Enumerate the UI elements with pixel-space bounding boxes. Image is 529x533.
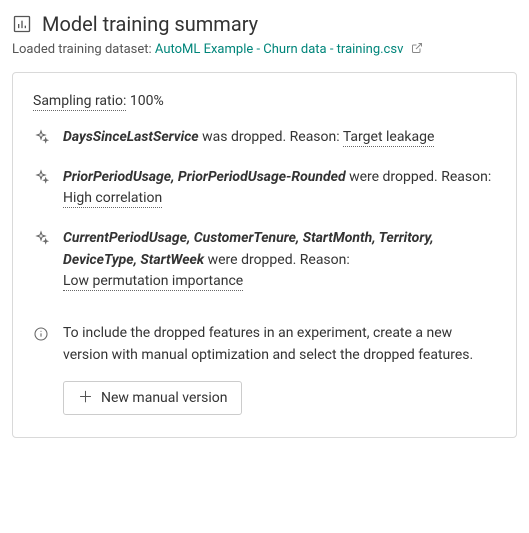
subheader-prefix: Loaded training dataset: <box>12 42 155 57</box>
page-header: Model training summary <box>12 12 517 36</box>
sparkle-icon <box>33 169 49 185</box>
external-link-icon <box>411 42 423 58</box>
drop-verb: was dropped. Reason: <box>199 129 343 145</box>
drop-reason-link[interactable]: High correlation <box>63 190 162 208</box>
subheader: Loaded training dataset: AutoML Example … <box>12 42 517 58</box>
drop-verb: were dropped. Reason: <box>346 169 492 185</box>
sparkle-icon <box>33 129 49 145</box>
info-text-block: To include the dropped features in an ex… <box>63 323 496 414</box>
info-icon <box>33 326 49 342</box>
sparkle-icon <box>33 230 49 246</box>
dropped-feature-text: DaysSinceLastService was dropped. Reason… <box>63 127 496 149</box>
bar-chart-icon <box>12 14 32 34</box>
dropped-feature-item: CurrentPeriodUsage, CustomerTenure, Star… <box>33 228 496 293</box>
feature-names: PriorPeriodUsage, PriorPeriodUsage-Round… <box>63 169 346 185</box>
summary-card: Sampling ratio: 100% DaysSinceLastServic… <box>12 72 517 438</box>
button-label: New manual version <box>101 390 227 406</box>
page-title: Model training summary <box>42 12 258 36</box>
info-section: To include the dropped features in an ex… <box>33 323 496 414</box>
dropped-feature-item: DaysSinceLastService was dropped. Reason… <box>33 127 496 149</box>
dropped-feature-text: CurrentPeriodUsage, CustomerTenure, Star… <box>63 228 496 293</box>
dropped-feature-item: PriorPeriodUsage, PriorPeriodUsage-Round… <box>33 167 496 210</box>
dataset-link[interactable]: AutoML Example - Churn data - training.c… <box>155 42 423 57</box>
feature-names: DaysSinceLastService <box>63 129 199 145</box>
sampling-ratio-label: Sampling ratio: <box>33 93 126 111</box>
sampling-ratio-row: Sampling ratio: 100% <box>33 93 496 109</box>
dataset-name: AutoML Example - Churn data - training.c… <box>155 42 403 57</box>
info-text: To include the dropped features in an ex… <box>63 323 496 366</box>
dropped-feature-text: PriorPeriodUsage, PriorPeriodUsage-Round… <box>63 167 496 210</box>
drop-reason-link[interactable]: Target leakage <box>343 129 435 147</box>
plus-icon: ＋ <box>78 390 93 405</box>
drop-verb: were dropped. Reason: <box>204 252 350 268</box>
sampling-ratio-value: 100% <box>130 93 164 109</box>
drop-reason-link[interactable]: Low permutation importance <box>63 273 243 291</box>
new-manual-version-button[interactable]: ＋ New manual version <box>63 381 242 415</box>
